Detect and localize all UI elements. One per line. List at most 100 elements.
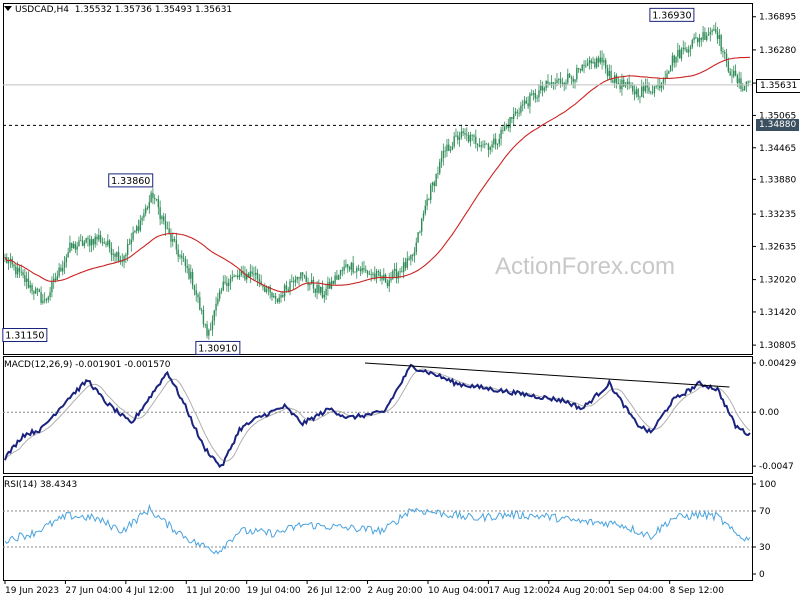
candle-body [24,275,26,282]
candle-body [455,135,457,137]
candle-body [390,278,392,281]
candle-body [614,75,616,83]
time-tick-label: 8 Sep 12:00 [670,586,725,596]
candle-body [107,240,109,246]
candle-body [494,138,497,145]
candle-body [31,285,33,292]
candle-body [440,158,443,163]
candle-body [458,137,461,140]
candle-body [675,56,677,63]
candle-body [402,262,405,273]
candle-body [393,268,396,271]
candle-body [372,273,374,275]
macd-signal-line [4,368,751,462]
candle-body [673,55,675,63]
candle-body [110,248,113,255]
candle-body [98,235,100,240]
candle-body [278,297,280,302]
candle-body [233,275,235,277]
candle-body [500,129,502,139]
candle-body [559,78,562,84]
candle-body [175,240,178,250]
candle-body [206,324,208,336]
candle-body [680,49,683,59]
chart-canvas[interactable]: 1.368951.362801.356651.350651.344651.338… [0,0,800,600]
candle-body [359,269,362,272]
candle-body [733,70,735,77]
candle-body [684,47,686,50]
candle-body [727,61,730,72]
candle-body [648,87,650,92]
candle-body [294,279,297,283]
candle-body [532,93,535,95]
time-tick-label: 1 Sep 04:00 [609,586,664,596]
candle-body [523,100,526,105]
candle-body [101,242,104,243]
candle-body [164,220,167,229]
candle-body [431,182,434,186]
candle-body [594,61,596,68]
candle-body [348,267,351,270]
candle-body [231,276,233,279]
candle-body [604,60,607,69]
candle-body [78,240,80,247]
candle-body [130,239,132,245]
time-tick-label: 27 Jun 04:00 [65,586,122,596]
candle-body [599,57,601,63]
price-tick-label: 1.36895 [759,13,796,23]
candle-body [375,271,378,278]
candle-body [637,89,639,97]
candle-body [687,49,690,53]
candle-body [612,80,614,83]
candle-body [74,243,77,250]
ohlc-values: 1.35532 1.35736 1.35493 1.35631 [74,5,233,15]
candle-body [43,299,46,301]
candle-body [303,274,306,277]
candle-body [361,268,363,272]
candle-body [487,144,490,150]
candle-body [704,32,706,40]
candle-body [51,281,53,293]
candle-body [81,240,84,246]
candle-body [677,49,679,57]
candle-body [72,243,75,249]
symbol-label: USDCAD,H4 [15,5,69,15]
candle-body [467,135,470,142]
candle-body [693,37,695,40]
candle-body [574,79,576,82]
dropdown-icon[interactable] [4,6,12,11]
candle-body [273,295,275,298]
candle-body [146,207,149,209]
candle-body [94,236,96,245]
candle-body [249,271,252,278]
candle-body [80,240,82,242]
candle-body [363,268,365,270]
candle-body [54,278,57,281]
candle-body [289,281,291,291]
candle-body [476,143,479,146]
candle-body [404,262,407,268]
candle-body [424,205,427,214]
candle-body [552,82,555,84]
candle-body [632,85,634,92]
price-annotation-label: 1.33860 [111,176,150,187]
candle-body [633,91,636,95]
candle-body [475,136,477,144]
candle-body [209,329,212,331]
candle-body [117,252,120,262]
candle-body [163,216,165,221]
candle-body [154,197,156,199]
candle-body [56,276,59,281]
candle-body [731,75,733,77]
candle-body [740,78,742,89]
candle-body [280,295,282,298]
price-tick-label: 1.36280 [759,46,796,56]
candle-body [287,289,289,291]
candle-body [227,282,230,287]
candle-body [576,67,578,80]
candle-body [686,49,688,53]
candle-body [177,249,179,257]
candle-body [747,81,749,83]
candle-body [16,267,19,275]
candle-body [356,268,358,272]
